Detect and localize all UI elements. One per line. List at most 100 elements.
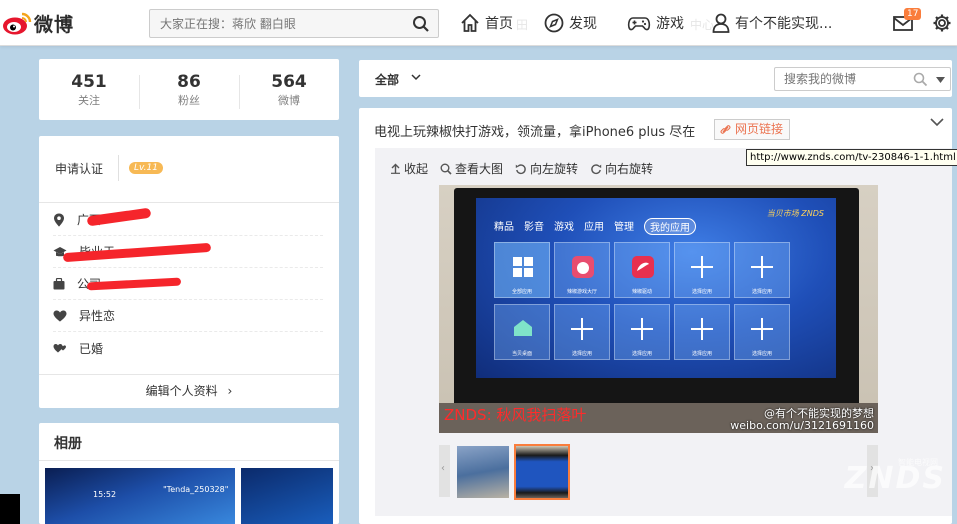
collapse-button[interactable]: 收起 <box>390 160 428 177</box>
nav-home[interactable]: 首页 <box>460 12 513 34</box>
plus-icon <box>751 317 773 340</box>
married-icon <box>53 344 66 353</box>
chevron-down-icon[interactable] <box>411 74 421 81</box>
info-orientation-text: 异性恋 <box>79 309 116 323</box>
apply-verify-link[interactable]: 申请认证 <box>55 160 103 177</box>
stat-posts-label: 微博 <box>278 93 300 107</box>
photo-watermark-caption: ZNDS: 秋风我扫落叶 <box>444 406 587 424</box>
thumb-wifi-name: "Tenda_250328" <box>163 485 229 494</box>
rotate-left-label: 向左旋转 <box>530 162 579 176</box>
verify-row: 申请认证 Lv.11 <box>55 155 163 181</box>
post-photo[interactable]: 精品 影音 游戏 应用 管理 我的应用 当贝市场 ZNDS 全部应用 辣椒游戏大… <box>439 185 878 433</box>
nav-home-label: 首页 <box>485 16 513 32</box>
gear-icon[interactable] <box>932 13 952 33</box>
edit-profile-link[interactable]: 编辑个人资料 › <box>39 374 339 408</box>
collapse-icon <box>391 163 400 174</box>
nav-game-label: 游戏 <box>656 16 684 32</box>
search-icon[interactable] <box>412 15 430 33</box>
desktop-home-icon <box>514 320 532 336</box>
plus-icon <box>691 317 713 340</box>
album-photo[interactable] <box>241 468 333 524</box>
rotate-right-button[interactable]: 向右旋转 <box>590 160 653 177</box>
gamepad-icon <box>627 17 651 31</box>
tv-app-tile: 全部应用 <box>494 242 550 298</box>
stat-followers-label: 粉丝 <box>178 93 200 107</box>
chili-game-icon <box>572 256 594 278</box>
search-my-posts[interactable] <box>774 67 951 91</box>
nav-discover[interactable]: 发现 <box>544 12 597 34</box>
plus-icon <box>691 255 713 278</box>
stat-following-value: 451 <box>71 71 107 92</box>
briefcase-icon <box>53 277 65 289</box>
thumb-prev-button[interactable]: ‹ <box>439 445 450 497</box>
stat-posts-value: 564 <box>271 71 307 92</box>
message-count-badge: 17 <box>904 8 922 20</box>
media-toolbar: 收起 查看大图 向左旋转 向右旋转 <box>390 160 665 177</box>
tv-tab-row: 精品 影音 游戏 应用 管理 我的应用 <box>494 218 706 235</box>
nav-user[interactable]: 有个不能实现... <box>712 12 832 34</box>
home-icon <box>461 13 479 32</box>
weibo-logo[interactable]: 微博 <box>2 8 74 38</box>
stat-followers[interactable]: 86 粉丝 <box>139 71 239 109</box>
search-my-posts-input[interactable] <box>775 68 905 90</box>
site-watermark: ZNDS <box>844 461 946 496</box>
info-row-marital: 已婚 <box>53 332 323 364</box>
profile-info-card: 申请认证 Lv.11 广西 毕业于 公司 异性恋 <box>39 136 339 408</box>
tv-brand: 当贝市场 ZNDS <box>766 209 824 218</box>
stat-followers-value: 86 <box>177 71 201 92</box>
tv-tab: 精品 <box>494 222 514 233</box>
chevron-down-icon[interactable] <box>930 118 944 127</box>
profile-stats-card: 451 关注 86 粉丝 564 微博 <box>39 59 339 120</box>
search-icon[interactable] <box>913 72 928 87</box>
tv-tile-caption: 当贝桌面 <box>511 351 532 357</box>
chevron-right-icon: › <box>227 384 233 398</box>
view-large-button[interactable]: 查看大图 <box>440 160 503 177</box>
divider <box>118 155 120 181</box>
plus-icon <box>751 255 773 278</box>
post-thumbnail[interactable] <box>457 446 509 498</box>
plus-icon <box>571 317 593 340</box>
stat-following[interactable]: 451 关注 <box>39 71 139 109</box>
tv-tab: 影音 <box>524 222 544 233</box>
weibo-logo-icon <box>3 12 32 35</box>
tv-frame: 精品 影音 游戏 应用 管理 我的应用 当贝市场 ZNDS 全部应用 辣椒游戏大… <box>454 188 859 416</box>
album-photo[interactable]: 15:52 "Tenda_250328" <box>45 468 235 524</box>
tv-app-tile: 选择应用 <box>674 242 730 298</box>
tv-app-tile: 选择应用 <box>554 304 610 360</box>
global-search-input[interactable] <box>150 10 395 37</box>
tv-tile-caption: 选择应用 <box>691 351 712 357</box>
chili-driver-icon <box>632 256 654 278</box>
stat-following-label: 关注 <box>78 93 100 107</box>
tv-app-tile: 当贝桌面 <box>494 304 550 360</box>
thumb-time: 15:52 <box>93 490 117 499</box>
post-thumbnail-selected[interactable] <box>514 444 570 500</box>
tv-tile-caption: 选择应用 <box>631 351 652 357</box>
rotate-left-icon <box>515 163 526 174</box>
weibo-watermark-url: weibo.com/u/3121691160 <box>730 419 874 432</box>
nav-game[interactable]: 游戏 <box>627 12 684 34</box>
caret-down-icon[interactable] <box>936 77 945 83</box>
info-row-orientation: 异性恋 <box>53 300 323 332</box>
tv-tile-caption: 选择应用 <box>571 351 592 357</box>
tv-tile-caption: 辣椒驱动 <box>631 289 652 295</box>
user-icon <box>712 13 730 33</box>
black-overlay <box>0 494 20 524</box>
plus-icon <box>631 317 653 340</box>
level-badge[interactable]: Lv.11 <box>129 162 163 174</box>
rotate-right-label: 向右旋转 <box>605 162 654 176</box>
tv-screen: 精品 影音 游戏 应用 管理 我的应用 当贝市场 ZNDS 全部应用 辣椒游戏大… <box>476 198 836 378</box>
tv-app-tile: 辣椒游戏大厅 <box>554 242 610 298</box>
tv-tab: 管理 <box>614 222 634 233</box>
post-text: 电视上玩辣椒快打游戏，领流量，拿iPhone6 plus 尽在 <box>374 125 696 140</box>
web-link-button[interactable]: 网页链接 <box>714 119 791 140</box>
tv-tab-active: 我的应用 <box>644 218 696 235</box>
divider <box>39 460 339 461</box>
global-search[interactable] <box>149 9 439 38</box>
edit-profile-label: 编辑个人资料 <box>145 384 218 398</box>
tv-tile-caption: 辣椒游戏大厅 <box>566 289 597 295</box>
album-card: 相册 15:52 "Tenda_250328" <box>39 423 339 524</box>
feed-post-card: 电视上玩辣椒快打游戏，领流量，拿iPhone6 plus 尽在 网页链接 收起 <box>359 108 952 524</box>
rotate-left-button[interactable]: 向左旋转 <box>515 160 578 177</box>
stat-posts[interactable]: 564 微博 <box>239 71 339 109</box>
filter-all-tab[interactable]: 全部 <box>375 71 399 88</box>
